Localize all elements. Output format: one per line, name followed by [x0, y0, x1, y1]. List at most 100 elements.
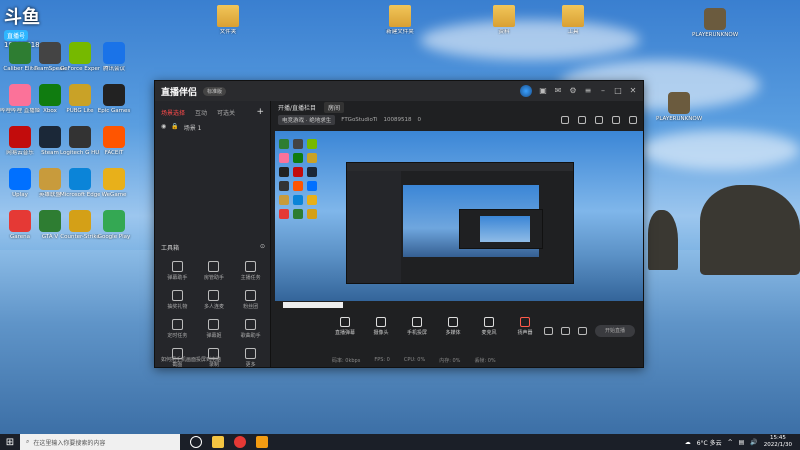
source-button[interactable]: 扬声器 — [512, 317, 538, 336]
tab-room[interactable]: 房间 — [324, 101, 345, 113]
toolbox-item[interactable]: 房管助手 — [196, 261, 233, 281]
nested-app-window — [346, 162, 574, 284]
menu-icon[interactable]: ≡ — [584, 87, 592, 95]
weather-text[interactable]: 6°C 多云 — [697, 438, 722, 447]
app-icon — [103, 42, 125, 64]
file-explorer-icon[interactable] — [212, 436, 224, 448]
taskbar-search[interactable]: ⌕ 在这里输入你要搜索的内容 — [20, 434, 180, 450]
pubg-icon — [704, 8, 726, 30]
app-icon — [39, 126, 61, 148]
desktop-folder[interactable]: 工具 — [553, 5, 593, 35]
source-icon — [340, 317, 350, 327]
stream-preview[interactable] — [275, 131, 643, 309]
settings-icon[interactable]: ⚙ — [569, 87, 577, 95]
toolbox-more-icon[interactable]: ⊙ — [260, 243, 265, 252]
desktop-icon-pubg-2[interactable]: PLAYERUNKNOWN'S BATTLEGROUNDS — [656, 92, 702, 122]
desktop-icon[interactable]: WeGame — [94, 168, 134, 198]
folder-icon — [562, 5, 584, 27]
category-tag[interactable]: 电竞游戏 · 绝地求生 — [278, 115, 336, 125]
clock[interactable]: 15:45 2022/1/30 — [764, 435, 792, 449]
task-view-icon[interactable] — [190, 436, 202, 448]
add-scene-icon[interactable]: + — [256, 107, 264, 117]
close-icon[interactable]: ✕ — [629, 87, 637, 95]
network-icon[interactable] — [629, 116, 637, 124]
desktop-folder[interactable]: 文件夹 — [208, 5, 248, 35]
toolbox-item[interactable]: 弹幕助手 — [159, 261, 196, 281]
tab-options[interactable]: 可选关 — [217, 108, 235, 117]
weather-icon[interactable]: ☁ — [685, 439, 691, 446]
source-button[interactable]: 直播弹幕 — [332, 317, 358, 336]
lock-icon[interactable]: 🔒 — [171, 123, 178, 132]
tray-arrow-icon[interactable]: ^ — [728, 439, 733, 446]
skin-icon[interactable]: ▣ — [539, 87, 547, 95]
toolbox-item[interactable]: 更多 — [232, 348, 269, 368]
toolbox-item[interactable]: 主播任务 — [232, 261, 269, 281]
image-icon[interactable] — [578, 116, 586, 124]
eye-icon[interactable]: ◉ — [161, 123, 166, 132]
live-app-icon[interactable] — [256, 436, 268, 448]
source-label: 手机投屏 — [406, 330, 427, 336]
toolbox-item[interactable]: 抽奖礼物 — [159, 290, 196, 310]
app-icon — [69, 168, 91, 190]
user-avatar[interactable] — [520, 85, 532, 97]
share-icon[interactable] — [595, 116, 603, 124]
rock-left — [648, 210, 678, 270]
tool-label: 弹幕姬 — [206, 333, 222, 339]
message-icon[interactable]: ✉ — [554, 87, 562, 95]
source-button[interactable]: 手机投屏 — [404, 317, 430, 336]
toolbox-item[interactable]: 定时任务 — [159, 319, 196, 339]
netease-music-icon[interactable] — [234, 436, 246, 448]
tool-label: 定时任务 — [167, 333, 188, 339]
desktop-folder[interactable]: 新建文件夹 — [380, 5, 420, 35]
preview-desktop-icons — [279, 139, 317, 219]
bell-icon[interactable] — [612, 116, 620, 124]
folder-icon — [493, 5, 515, 27]
source-button[interactable]: 多媒体 — [440, 317, 466, 336]
gift-icon[interactable] — [561, 116, 569, 124]
tab-interact[interactable]: 互动 — [195, 108, 207, 117]
app-icon — [103, 126, 125, 148]
toolbox-item[interactable]: 粉丝团 — [232, 290, 269, 310]
status-item: CPU: 0% — [403, 357, 426, 363]
preview-icon — [279, 209, 289, 219]
desktop-folder[interactable]: 资料 — [484, 5, 524, 35]
tool-label: 抽奖礼物 — [167, 304, 188, 310]
app-icon — [69, 210, 91, 232]
start-live-button[interactable]: 开始直播 — [595, 325, 635, 337]
maximize-icon[interactable]: □ — [614, 87, 622, 95]
source-button[interactable]: 麦克风 — [476, 317, 502, 336]
viewer-count: 0 — [417, 117, 422, 123]
version-badge[interactable]: 标准版 — [203, 86, 227, 96]
gear-icon[interactable] — [578, 327, 587, 335]
help-link[interactable]: 如何把手机画面投屏到电脑 — [161, 356, 221, 363]
tab-live-category[interactable]: 开播/直播栏目 — [278, 103, 316, 112]
app-logo: 直播伴侣 — [161, 87, 198, 98]
desktop-icon-label: FACEIT — [104, 150, 124, 156]
camera-source-icon[interactable] — [544, 327, 553, 335]
tool-icon — [208, 290, 220, 301]
status-item: FPS: 0 — [374, 357, 390, 363]
toolbox-label: 工具箱 — [161, 245, 180, 252]
scene-item[interactable]: ◉ 🔒 场景 1 — [155, 121, 270, 134]
streaming-app-window: 直播伴侣 标准版 ▣ ✉ ⚙ ≡ – □ ✕ 场景选择 互动 可选关 + ◉ 🔒… — [154, 80, 644, 368]
tool-icon — [208, 319, 220, 330]
network-tray-icon[interactable]: ▤ — [739, 439, 745, 446]
desktop-icon[interactable]: 腾讯会议 — [94, 42, 134, 72]
record-icon[interactable] — [561, 327, 570, 335]
app-icon — [69, 84, 91, 106]
volume-icon[interactable]: 🔊 — [750, 439, 757, 446]
windows-start-icon[interactable]: ⊞ — [0, 437, 20, 448]
toolbox-item[interactable]: 歌曲助手 — [232, 319, 269, 339]
toolbox-item[interactable]: 多人连麦 — [196, 290, 233, 310]
tab-scene[interactable]: 场景选择 — [161, 108, 185, 117]
desktop-icon[interactable]: Epic Games — [94, 84, 134, 114]
minimize-icon[interactable]: – — [599, 87, 607, 95]
toolbox-item[interactable]: 弹幕姬 — [196, 319, 233, 339]
tool-label: 更多 — [245, 362, 256, 368]
desktop-icon-pubg[interactable]: PLAYERUNKNOWN'S BATTLEGROUNDS — [692, 8, 738, 38]
preview-icon — [307, 181, 317, 191]
desktop-icon[interactable]: FACEIT — [94, 126, 134, 156]
source-button[interactable]: 摄像头 — [368, 317, 394, 336]
desktop-icon[interactable]: Google Play — [94, 210, 134, 240]
app-icon — [9, 84, 31, 106]
